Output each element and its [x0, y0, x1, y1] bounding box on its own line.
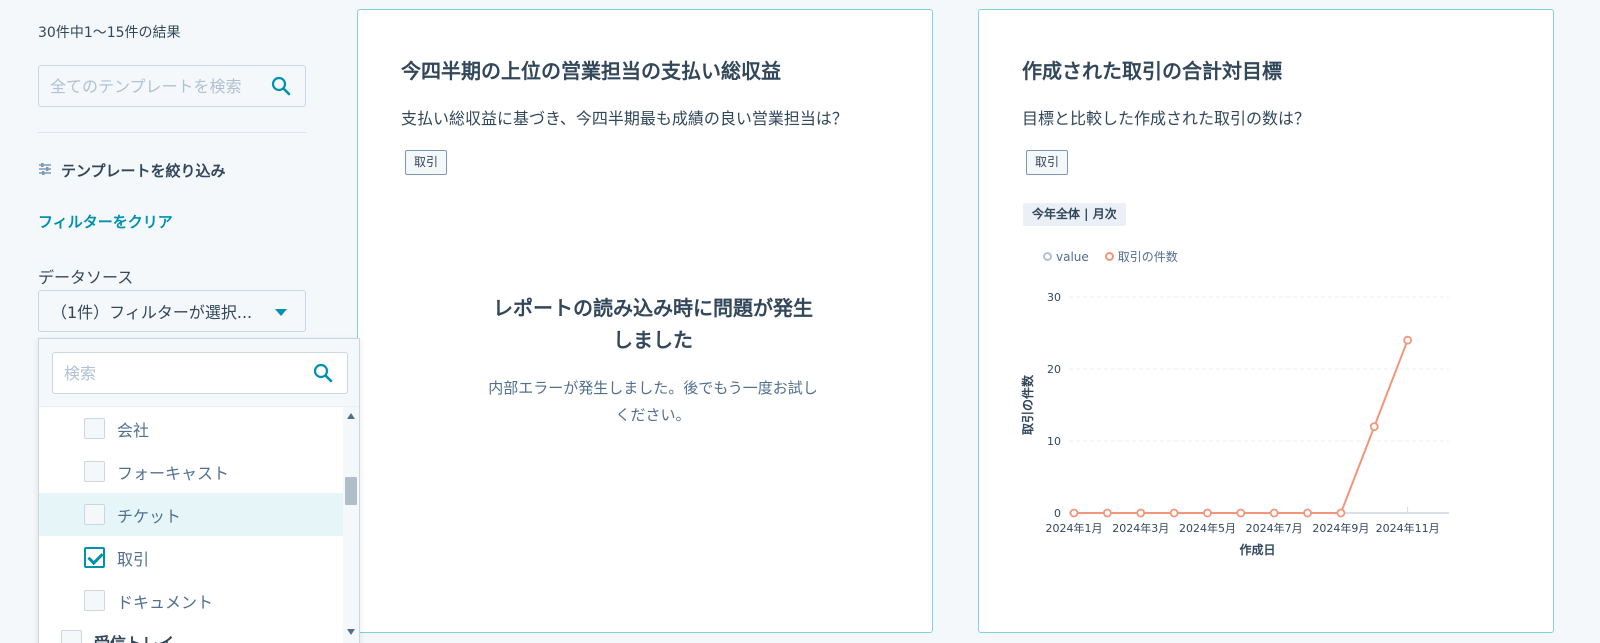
x-tick-label: 2024年7月 — [1246, 521, 1303, 535]
option-label: 取引 — [117, 549, 150, 569]
data-point — [1102, 508, 1112, 518]
results-count: 30件中1～15件の結果 — [38, 25, 181, 41]
data-source-select[interactable]: （1件）フィルターが選択... — [38, 290, 306, 332]
y-tick-label: 20 — [1047, 363, 1061, 376]
x-tick-label: 2024年9月 — [1312, 521, 1369, 535]
option-category-inbox[interactable]: 受信トレイ — [39, 622, 345, 643]
option-label: ドキュメント — [117, 592, 214, 612]
dropdown-search-area — [39, 339, 359, 407]
x-tick-label: 2024年5月 — [1179, 521, 1236, 535]
checkbox[interactable] — [84, 504, 105, 525]
report-card-deals-vs-goal[interactable]: 作成された取引の合計対目標 目標と比較した作成された取引の数は？ 取引 今年全体… — [978, 9, 1554, 633]
y-tick-label: 10 — [1047, 435, 1061, 448]
checkbox[interactable] — [61, 630, 82, 643]
checkbox-checked[interactable] — [84, 547, 105, 568]
x-tick-label: 2024年3月 — [1112, 521, 1169, 535]
scroll-up-arrow-icon[interactable] — [347, 413, 355, 419]
data-point — [1236, 508, 1246, 518]
data-point — [1369, 422, 1379, 432]
option-list: 会社 フォーキャスト チケット 取引 ドキュメント 受信トレイ — [39, 407, 345, 643]
data-point — [1203, 508, 1212, 518]
x-tick-label: 2024年11月 — [1376, 521, 1440, 535]
card-tag: 取引 — [1026, 150, 1069, 175]
data-source-value: （1件）フィルターが選択... — [51, 303, 253, 322]
legend-marker — [1043, 252, 1052, 261]
dropdown-search-box[interactable] — [52, 352, 348, 394]
scroll-down-arrow-icon[interactable] — [347, 629, 355, 635]
error-title: レポートの読み込み時に問題が発生しました — [493, 296, 813, 352]
search-icon[interactable] — [271, 76, 291, 100]
filter-heading-label: テンプレートを絞り込み — [61, 162, 226, 180]
legend-marker — [1104, 252, 1114, 261]
line-chart: 0 10 20 30 2024年1月 2024年3月 2024年5月 2024年7月 2024年… — [1020, 291, 1449, 557]
data-source-dropdown: 会社 フォーキャスト チケット 取引 ドキュメント 受信トレイ — [38, 338, 360, 643]
clear-filters-link[interactable]: フィルターをクリア — [38, 211, 173, 232]
option-label: チケット — [117, 506, 182, 526]
option-document[interactable]: ドキュメント — [39, 579, 345, 622]
checkbox[interactable] — [84, 461, 105, 482]
template-search-box[interactable] — [38, 65, 306, 107]
template-search-input[interactable] — [39, 66, 259, 106]
dropdown-search-input[interactable] — [53, 353, 293, 393]
scroll-thumb[interactable] — [345, 477, 357, 505]
y-tick-label: 30 — [1047, 291, 1061, 304]
caret-down-icon — [275, 309, 287, 316]
search-icon[interactable] — [313, 363, 333, 387]
data-point — [1336, 508, 1346, 518]
report-card-top-reps-revenue[interactable]: 今四半期の上位の営業担当の支払い総収益 支払い総収益に基づき、今四半期最も成績の… — [357, 9, 933, 633]
card-tag: 取引 — [405, 150, 448, 175]
data-point — [1136, 508, 1146, 518]
option-company[interactable]: 会社 — [39, 407, 345, 450]
series-line-deal-count — [1074, 339, 1409, 514]
x-tick-label: 2024年1月 — [1046, 521, 1103, 535]
option-forecast[interactable]: フォーキャスト — [39, 450, 345, 493]
data-point — [1303, 508, 1312, 518]
data-point — [1403, 335, 1413, 345]
option-label: フォーキャスト — [117, 463, 230, 483]
option-ticket[interactable]: チケット — [39, 493, 345, 536]
legend-label: 取引の件数 — [1117, 250, 1178, 264]
x-axis-label: 作成日 — [1239, 542, 1275, 557]
period-badge: 今年全体 | 月次 — [1023, 203, 1126, 226]
legend-label: value — [1056, 249, 1089, 264]
filter-heading: テンプレートを絞り込み — [38, 160, 226, 181]
dropdown-scrollbar[interactable] — [343, 407, 359, 643]
y-axis-label: 取引の件数 — [1020, 374, 1035, 435]
legend-item-deal-count[interactable]: 取引の件数 — [1104, 248, 1178, 265]
sidebar: 30件中1～15件の結果 テンプレートを絞り込み フィルターをクリア データソー… — [0, 0, 360, 643]
error-description: 内部エラーが発生しました。後でもう一度お試しください。 — [488, 379, 818, 424]
sliders-icon — [38, 162, 52, 180]
data-point — [1269, 508, 1279, 518]
data-point — [1169, 508, 1179, 518]
checkbox[interactable] — [84, 590, 105, 611]
option-label: 会社 — [117, 420, 150, 440]
category-label: 受信トレイ — [94, 630, 174, 643]
data-source-label: データソース — [38, 268, 134, 287]
card-description: 目標と比較した作成された取引の数は？ — [1022, 109, 1311, 128]
card-description: 支払い総収益に基づき、今四半期最も成績の良い営業担当は？ — [401, 109, 848, 128]
data-point — [1069, 508, 1079, 518]
card-title: 今四半期の上位の営業担当の支払い総収益 — [401, 59, 781, 83]
sidebar-divider — [38, 132, 306, 133]
card-title: 作成された取引の合計対目標 — [1022, 59, 1282, 83]
chart-legend: value 取引の件数 — [1043, 248, 1178, 265]
y-tick-label: 0 — [1054, 507, 1061, 520]
checkbox[interactable] — [84, 418, 105, 439]
option-deal[interactable]: 取引 — [39, 536, 345, 579]
legend-item-value[interactable]: value — [1043, 248, 1089, 265]
